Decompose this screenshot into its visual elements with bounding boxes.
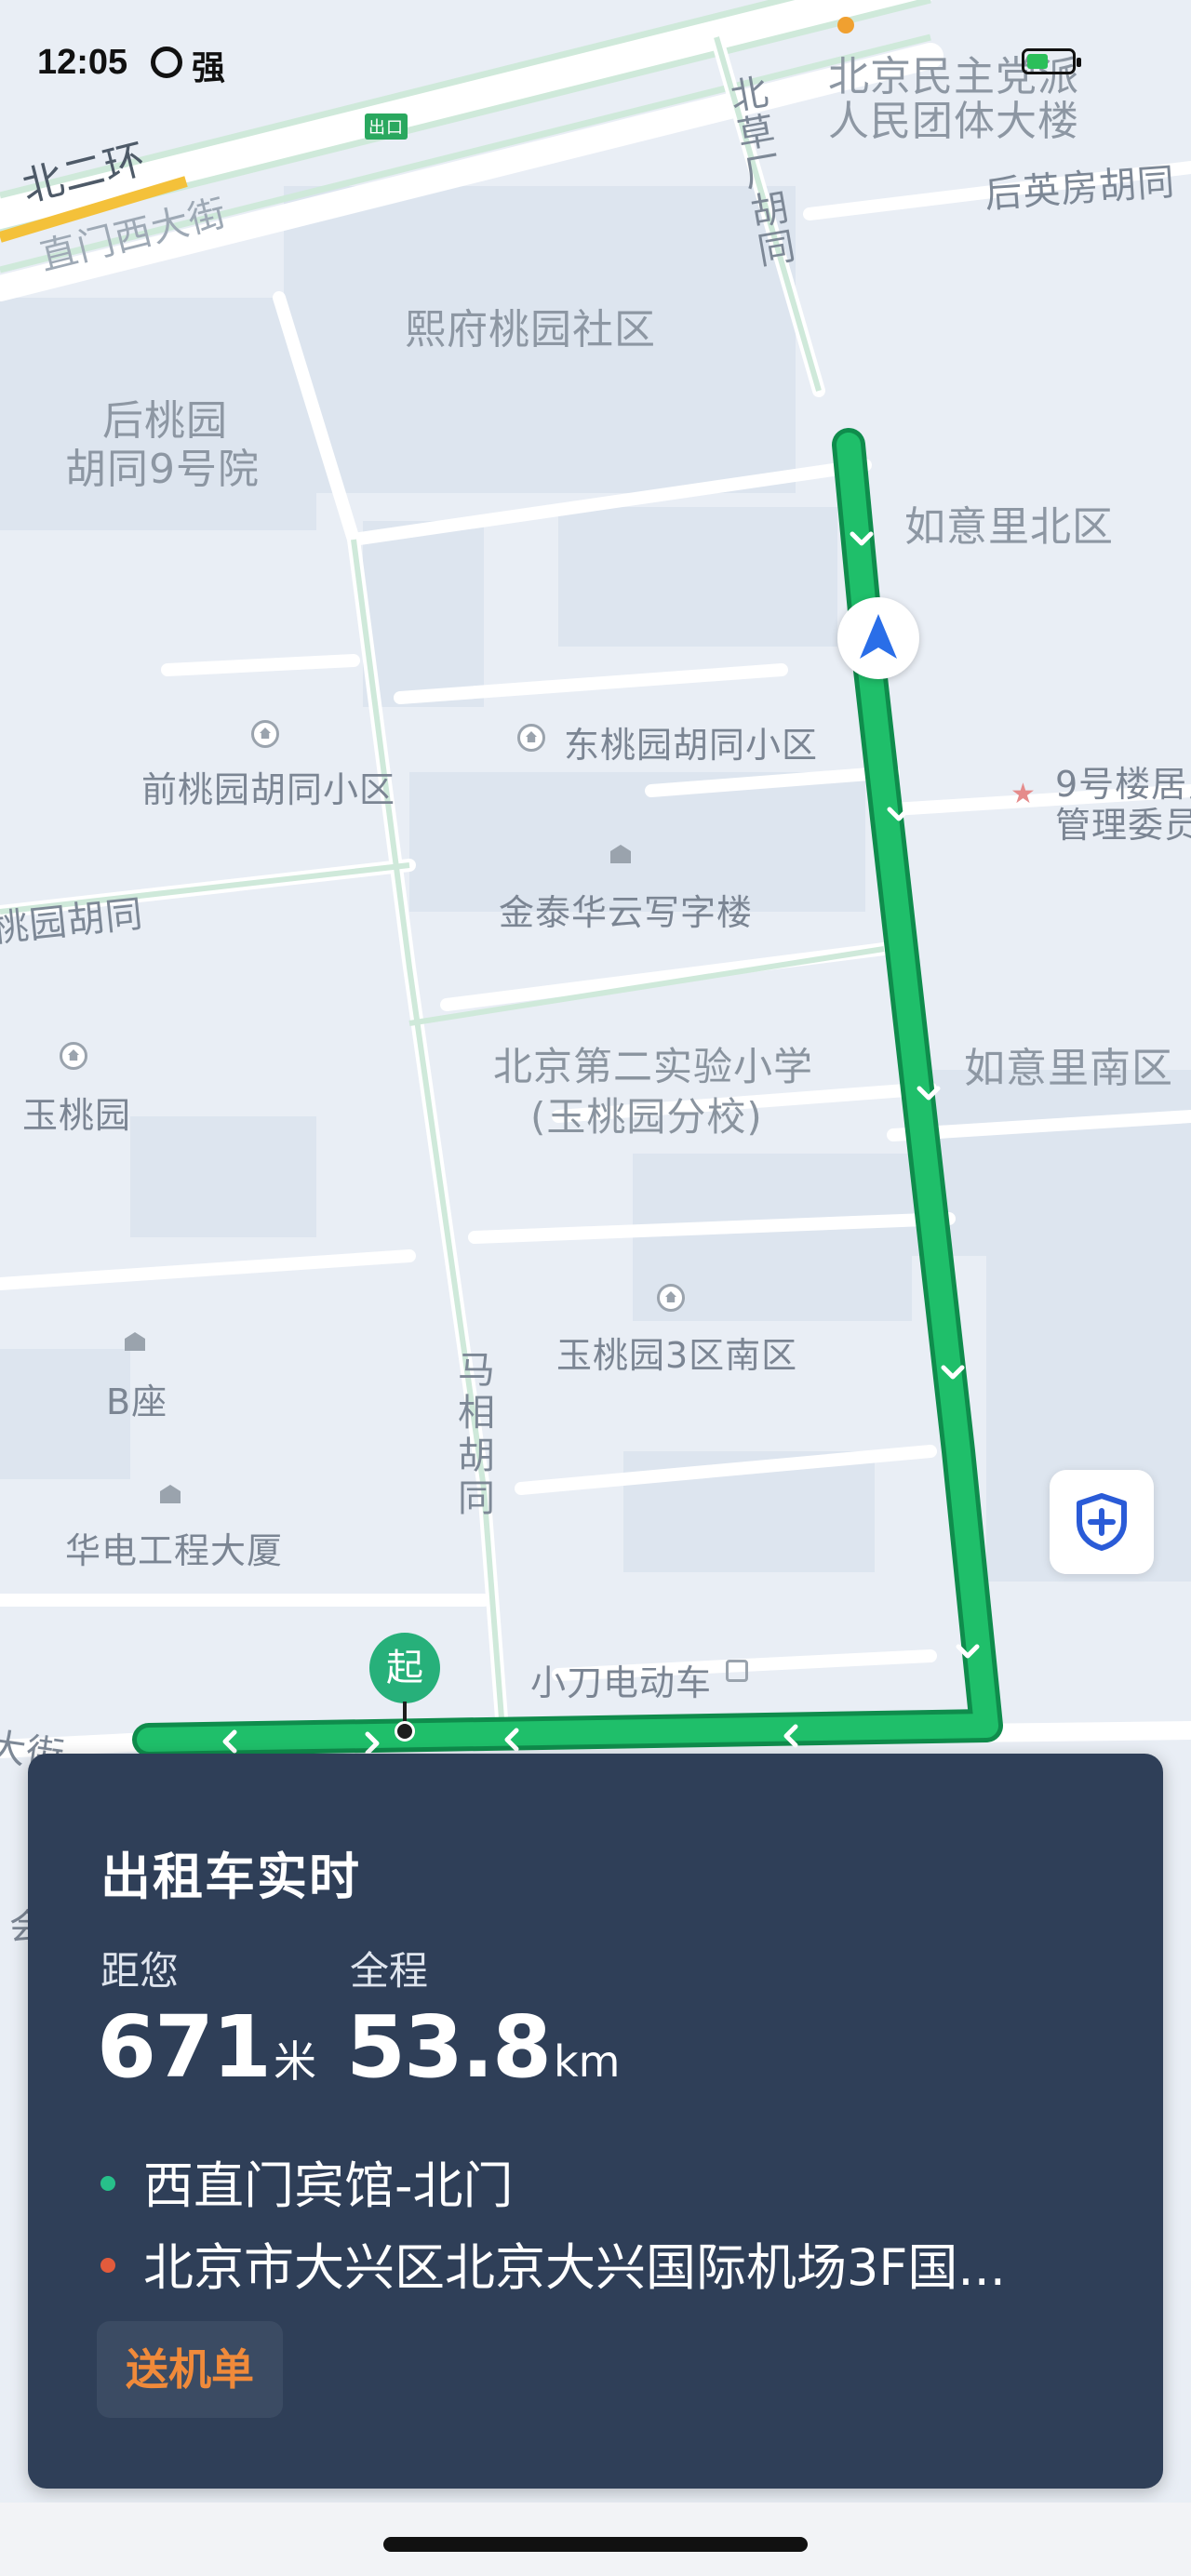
total-unit: km — [554, 2036, 621, 2087]
office-building-icon — [156, 1479, 184, 1507]
status-carrier: 强 — [192, 49, 226, 87]
map-label-qian-taoyuan: 前桃园胡同小区 — [141, 769, 396, 810]
battery-icon — [1022, 48, 1081, 74]
office-building-icon — [121, 1327, 149, 1355]
map-label-xiaodao: 小刀电动车 — [530, 1662, 713, 1703]
residence-icon — [657, 1284, 685, 1312]
map-label-school: 北京第二实验小学 — [493, 1044, 814, 1089]
origin-row: 西直门宾馆-北门 — [100, 2144, 514, 2218]
distance-value-group: 671米 — [97, 1997, 316, 2097]
total-value: 53.8 — [346, 1997, 552, 2097]
map-label-ruyili-north: 如意里北区 — [904, 503, 1114, 551]
origin-dot-icon — [100, 2176, 115, 2192]
total-label: 全程 — [350, 1948, 429, 1994]
card-title: 出租车实时 — [100, 1848, 361, 1906]
distance-value: 671 — [97, 1997, 272, 2097]
residence-icon — [517, 724, 545, 752]
destination-text: 北京市大兴区北京大兴国际机场3F国... — [143, 2238, 1006, 2297]
map-label-yutaoyuan: 玉桃园 — [22, 1095, 132, 1136]
map-label-dong-taoyuan: 东桃园胡同小区 — [564, 725, 819, 766]
destination-dot-icon — [100, 2258, 115, 2274]
airport-dropoff-tag: 送机单 — [97, 2321, 283, 2418]
office-building-icon — [607, 839, 635, 867]
start-point — [395, 1721, 415, 1742]
distance-unit: 米 — [274, 2036, 317, 2087]
map-label-b-block: B座 — [106, 1381, 168, 1422]
start-pin-icon: 起 — [369, 1633, 440, 1703]
map-label-huadian: 华电工程大厦 — [65, 1530, 284, 1571]
shield-plus-icon — [1077, 1493, 1127, 1551]
residence-icon — [251, 720, 279, 748]
taxi-info-card[interactable]: 出租车实时 距您 全程 671米 53.8km 西直门宾馆-北门 北京市大兴区北… — [28, 1754, 1163, 2489]
map-label-yutaoyuan3: 玉桃园3区南区 — [556, 1335, 798, 1376]
star-icon: ★ — [1010, 778, 1036, 810]
map-label-school-2: (玉桃园分校) — [530, 1094, 763, 1140]
navigation-arrow-icon — [837, 597, 919, 679]
origin-text: 西直门宾馆-北门 — [143, 2156, 514, 2215]
map-label-ruyili-south: 如意里南区 — [964, 1045, 1173, 1092]
map-label-jintai: 金泰华云写字楼 — [499, 892, 754, 933]
map-label-mahu: 马相胡同 — [458, 1349, 496, 1520]
signal-icon — [151, 47, 182, 78]
safety-shield-button[interactable] — [1050, 1470, 1154, 1574]
distance-label: 距您 — [100, 1948, 180, 1994]
status-time: 12:05 — [37, 43, 128, 82]
map-label-xifu-taoyuan: 熙府桃园社区 — [405, 306, 656, 354]
destination-row: 北京市大兴区北京大兴国际机场3F国... — [100, 2226, 1006, 2300]
map-label-building9-2: 管理委员 — [1055, 805, 1191, 846]
home-indicator[interactable] — [383, 2537, 808, 2552]
shop-icon — [726, 1660, 748, 1682]
total-value-group: 53.8km — [346, 1997, 620, 2097]
map-label-hou-taoyuan-2: 胡同9号院 — [65, 446, 260, 493]
residence-icon — [60, 1042, 87, 1070]
status-bar: 12:05 强 — [0, 0, 1191, 130]
